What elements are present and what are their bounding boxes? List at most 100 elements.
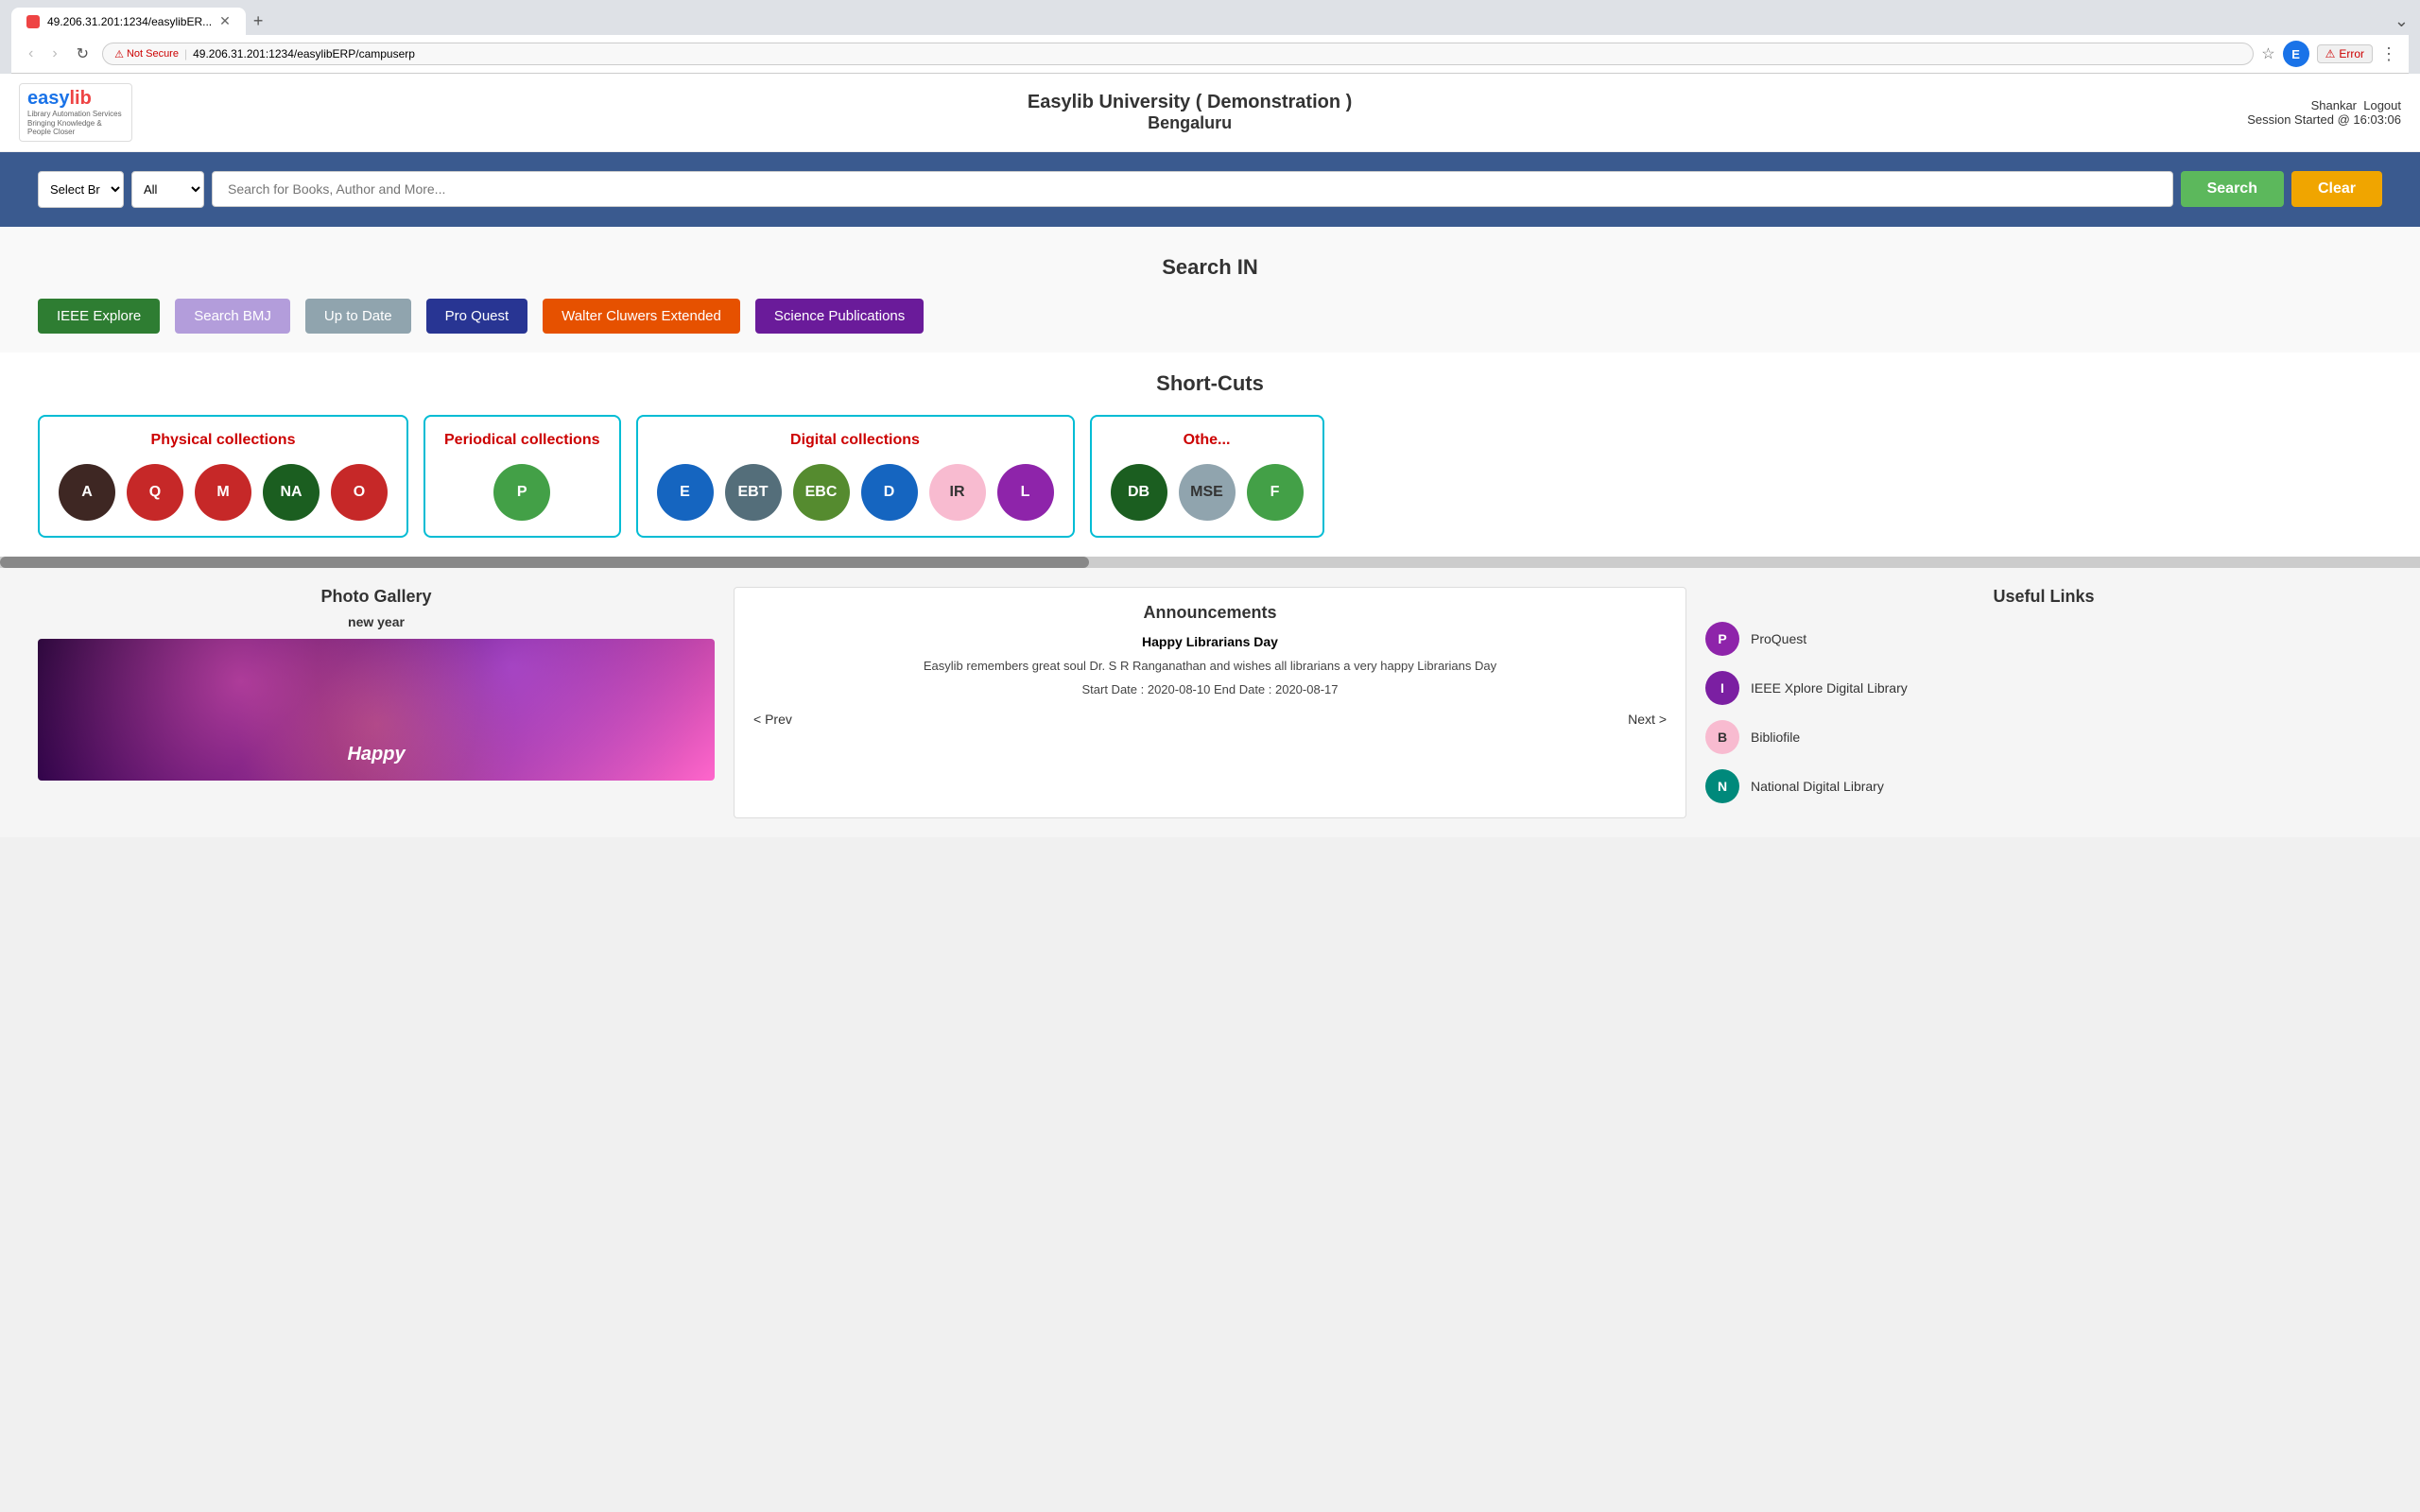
forward-button[interactable]: › (46, 43, 62, 64)
branch-select[interactable]: Select Br (38, 171, 124, 208)
link-icon-0: P (1705, 622, 1739, 656)
reload-button[interactable]: ↻ (71, 43, 95, 65)
announcement-body: Easylib remembers great soul Dr. S R Ran… (753, 657, 1667, 676)
gallery-image: Happy (38, 639, 715, 781)
circle-icon-2-5[interactable]: L (997, 464, 1054, 521)
circle-icon-2-4[interactable]: IR (929, 464, 986, 521)
page-content: easylib Library Automation Services Brin… (0, 74, 2420, 837)
useful-link-item-2[interactable]: BBibliofile (1705, 720, 2382, 754)
logo-area: easylib Library Automation Services Brin… (19, 83, 132, 142)
useful-links-list: P ProQuest I IEEE Xplore Digital Library BBi… (1705, 622, 2382, 803)
shortcut-card-digital: Digital collections EEBTEBCDIRL (636, 415, 1075, 538)
link-label-0: ProQuest (1751, 631, 1806, 646)
link-label-3: National Digital Library (1751, 779, 1884, 794)
active-tab[interactable]: 49.206.31.201:1234/easylibER... ✕ (11, 8, 246, 35)
not-secure-indicator: ⚠ Not Secure (114, 48, 179, 60)
circle-icons-1: P (444, 464, 600, 521)
search-input[interactable] (212, 171, 2173, 207)
useful-link-item-1[interactable]: I IEEE Xplore Digital Library (1705, 671, 2382, 705)
search-in-btn-3[interactable]: Pro Quest (426, 299, 528, 334)
announcements-panel: Announcements Happy Librarians Day Easyl… (734, 587, 1686, 818)
search-in-btn-2[interactable]: Up to Date (305, 299, 411, 334)
shortcut-card-title-1: Periodical collections (444, 432, 600, 449)
search-in-btn-1[interactable]: Search BMJ (175, 299, 290, 334)
announcements-title: Announcements (753, 603, 1667, 623)
gallery-title: Photo Gallery (38, 587, 715, 607)
circle-icon-0-2[interactable]: M (195, 464, 251, 521)
shortcut-card-physical: Physical collections AQMNAO (38, 415, 408, 538)
shortcuts-grid: Physical collections AQMNAO Periodical col… (38, 415, 2382, 538)
session-info: Session Started @ 16:03:06 (2247, 112, 2401, 127)
scroll-indicator (0, 557, 2420, 568)
site-header: easylib Library Automation Services Brin… (0, 74, 2420, 152)
circle-icon-0-3[interactable]: NA (263, 464, 320, 521)
shortcuts-section: Short-Cuts Physical collectionsAQMNAOPer… (0, 352, 2420, 557)
back-button[interactable]: ‹ (23, 43, 39, 64)
prev-announcement-button[interactable]: < Prev (753, 712, 792, 727)
shortcut-card-title-2: Digital collections (657, 432, 1054, 449)
logo-box: easylib Library Automation Services Brin… (19, 83, 132, 142)
circle-icon-0-0[interactable]: A (59, 464, 115, 521)
error-icon: ⚠ (2325, 47, 2336, 60)
search-in-btn-5[interactable]: Science Publications (755, 299, 924, 334)
search-in-btn-4[interactable]: Walter Cluwers Extended (543, 299, 740, 334)
next-announcement-button[interactable]: Next > (1628, 712, 1667, 727)
bottom-section: Photo Gallery new year Happy Announcemen… (0, 568, 2420, 837)
url-field[interactable]: ⚠ Not Secure | 49.206.31.201:1234/easyli… (102, 43, 2254, 65)
circle-icon-0-4[interactable]: O (331, 464, 388, 521)
announcement-nav: < Prev Next > (753, 712, 1667, 727)
logo-tagline2: Bringing Knowledge & People Closer (27, 119, 124, 137)
circle-icon-2-0[interactable]: E (657, 464, 714, 521)
browser-options-button[interactable]: ⋮ (2380, 44, 2397, 64)
announcement-heading: Happy Librarians Day (753, 634, 1667, 649)
logout-link[interactable]: Logout (2363, 98, 2401, 112)
browser-tabs: 49.206.31.201:1234/easylibER... ✕ + ⌄ (11, 8, 2409, 35)
logo-lib: lib (70, 88, 92, 109)
circle-icon-1-0[interactable]: P (493, 464, 550, 521)
tab-title: 49.206.31.201:1234/easylibER... (47, 15, 212, 28)
browser-menu-icon[interactable]: ⌄ (2394, 11, 2409, 31)
warning-icon: ⚠ (114, 48, 124, 60)
type-select[interactable]: All Books Author Title (131, 171, 204, 208)
link-label-1: IEEE Xplore Digital Library (1751, 680, 1908, 696)
circle-icon-0-1[interactable]: Q (127, 464, 183, 521)
link-icon-1: I (1705, 671, 1739, 705)
clear-button[interactable]: Clear (2291, 171, 2382, 207)
circle-icons-2: EEBTEBCDIRL (657, 464, 1054, 521)
shortcut-card-title-3: Othe... (1111, 432, 1304, 449)
announcement-dates: Start Date : 2020-08-10 End Date : 2020-… (753, 682, 1667, 696)
logo-tagline1: Library Automation Services (27, 110, 124, 119)
search-in-buttons: IEEE Explore Search BMJ Up to Date Pro Ques… (38, 299, 2382, 334)
link-icon-3: N (1705, 769, 1739, 803)
search-in-btn-0[interactable]: IEEE Explore (38, 299, 160, 334)
address-bar: ‹ › ↻ ⚠ Not Secure | 49.206.31.201:1234/… (11, 35, 2409, 74)
logo-easy: easy (27, 88, 70, 109)
circle-icon-2-2[interactable]: EBC (793, 464, 850, 521)
shortcut-card-title-0: Physical collections (59, 432, 388, 449)
gallery-subtitle: new year (38, 614, 715, 629)
tab-favicon (26, 15, 40, 28)
new-tab-button[interactable]: + (246, 8, 271, 35)
search-in-section: Search IN IEEE ExploreSearch BMJUp to Da… (0, 227, 2420, 352)
university-name: Easylib University ( Demonstration ) (132, 92, 2247, 113)
circle-icon-2-3[interactable]: D (861, 464, 918, 521)
useful-link-item-0[interactable]: P ProQuest (1705, 622, 2382, 656)
search-bar: Select Br All Books Author Title Search … (0, 152, 2420, 227)
circle-icon-2-1[interactable]: EBT (725, 464, 782, 521)
useful-link-item-3[interactable]: N National Digital Library (1705, 769, 2382, 803)
link-label-2: Bibliofile (1751, 730, 1800, 745)
circle-icon-3-1[interactable]: MSE (1179, 464, 1236, 521)
browser-chrome: 49.206.31.201:1234/easylibER... ✕ + ⌄ ‹ … (0, 0, 2420, 74)
circle-icons-0: AQMNAO (59, 464, 388, 521)
header-center: Easylib University ( Demonstration ) Ben… (132, 92, 2247, 133)
bookmark-button[interactable]: ☆ (2261, 44, 2274, 63)
photo-gallery: Photo Gallery new year Happy (19, 587, 734, 818)
profile-button[interactable]: E (2283, 41, 2309, 67)
useful-links-title: Useful Links (1705, 587, 2382, 607)
search-button[interactable]: Search (2181, 171, 2284, 207)
tab-close-button[interactable]: ✕ (219, 13, 231, 29)
circle-icon-3-0[interactable]: DB (1111, 464, 1167, 521)
logo-text: easylib (27, 88, 124, 110)
circle-icon-3-2[interactable]: F (1247, 464, 1304, 521)
useful-links-panel: Useful Links P ProQuest I IEEE Xplore Digit… (1686, 587, 2401, 818)
